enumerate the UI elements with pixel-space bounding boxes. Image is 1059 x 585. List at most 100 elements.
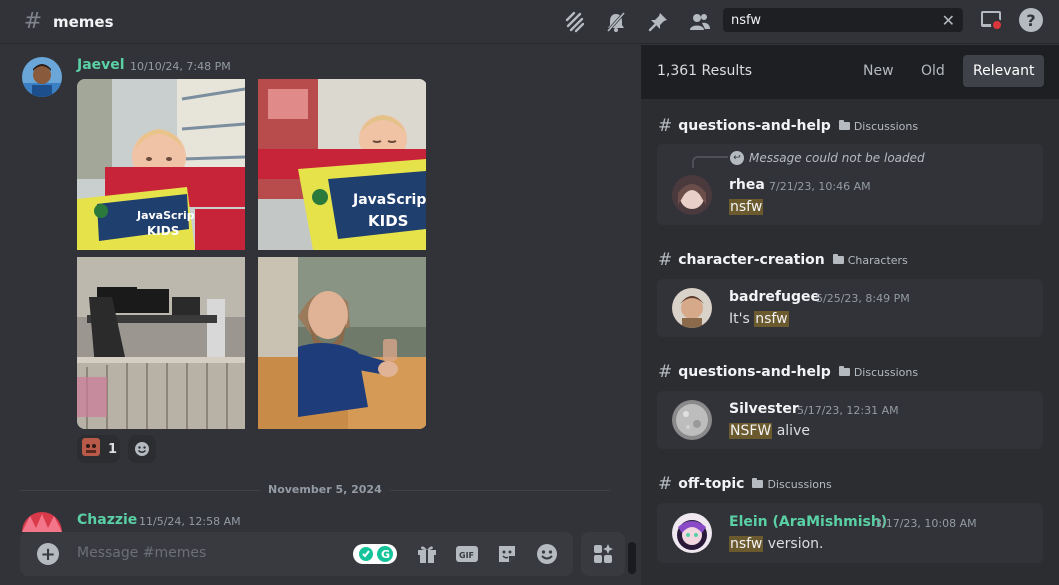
message-input[interactable]: Message #memes — [77, 545, 206, 561]
reaction-emoji-icon — [82, 438, 100, 460]
result-text: It's nsfw — [729, 311, 789, 327]
svg-text:JavaScrip: JavaScrip — [352, 192, 426, 208]
mute-icon[interactable] — [602, 8, 630, 36]
result-channel-name[interactable]: questions-and-help — [678, 118, 831, 134]
reply-preview: Message could not be loaded — [749, 151, 925, 165]
result-channel-name[interactable]: questions-and-help — [678, 364, 831, 380]
avatar[interactable] — [672, 288, 712, 328]
folder-icon — [838, 366, 850, 376]
result-text-after: version. — [763, 536, 824, 552]
channel-hash-icon: # — [658, 474, 673, 494]
search-result[interactable]: badrefugee 5/25/23, 8:49 PM It's nsfw — [657, 279, 1043, 337]
results-header: 1,361 Results New Old Relevant — [641, 45, 1059, 99]
avatar[interactable] — [672, 175, 712, 215]
image-toddler-javascript-crying[interactable]: JavaScript KIDS — [77, 79, 246, 250]
result-text: nsfw version. — [729, 536, 824, 552]
result-category-label: Characters — [847, 253, 908, 267]
result-timestamp: 3/17/23, 10:08 AM — [875, 517, 977, 530]
help-icon[interactable]: ? — [1019, 8, 1043, 32]
image-attachment-grid: JavaScript KIDS JavaScrip KIDS — [77, 79, 427, 429]
message-author[interactable]: Chazzie — [77, 512, 137, 528]
svg-text:KIDS: KIDS — [147, 224, 179, 238]
search-input[interactable]: nsfw ✕ — [723, 8, 963, 32]
channel-header: # memes nsfw ✕ ? — [0, 0, 1059, 44]
reply-icon: ↩ — [730, 151, 744, 165]
folder-icon — [838, 120, 850, 130]
avatar[interactable] — [22, 57, 62, 97]
avatar[interactable] — [672, 513, 712, 553]
sort-tab-new[interactable]: New — [853, 55, 904, 87]
result-channel-name[interactable]: character-creation — [678, 252, 825, 268]
message-timestamp: 11/5/24, 12:58 AM — [139, 515, 241, 528]
result-timestamp: 7/21/23, 10:46 AM — [769, 180, 871, 193]
channel-hash-icon: # — [23, 9, 43, 34]
result-channel-header[interactable]: # character-creation Characters — [658, 250, 908, 270]
search-value[interactable]: nsfw — [731, 13, 942, 28]
members-icon[interactable] — [686, 8, 714, 36]
svg-text:GIF: GIF — [459, 551, 474, 560]
emoji-icon[interactable] — [535, 542, 559, 566]
gift-icon[interactable] — [415, 542, 439, 566]
date-divider: November 5, 2024 — [260, 483, 390, 496]
gif-icon[interactable]: GIF — [455, 542, 479, 566]
result-category-label: Discussions — [853, 365, 919, 379]
search-result[interactable]: Elein (AraMishmish) 3/17/23, 10:08 AM ns… — [657, 503, 1043, 563]
search-result[interactable]: ↩ Message could not be loaded rhea 7/21/… — [657, 144, 1043, 225]
reply-connector — [692, 156, 728, 168]
result-category: Characters — [832, 253, 908, 267]
upload-plus-icon[interactable]: + — [37, 543, 59, 565]
avatar[interactable] — [672, 400, 712, 440]
search-highlight: NSFW — [729, 423, 773, 439]
image-desk-setup-playpen[interactable] — [77, 257, 245, 429]
chat-area: Jaevel 10/10/24, 7:48 PM JavaScript KIDS — [0, 45, 640, 585]
channel-hash-icon: # — [658, 116, 673, 136]
result-channel-header[interactable]: # off-topic Discussions — [658, 474, 832, 494]
chat-scrollbar[interactable] — [628, 542, 636, 574]
result-timestamp: 5/17/23, 12:31 AM — [797, 404, 899, 417]
result-author[interactable]: Elein (AraMishmish) — [729, 514, 887, 530]
svg-text:G: G — [381, 548, 390, 561]
avatar[interactable] — [22, 512, 62, 532]
sort-tab-old[interactable]: Old — [911, 55, 955, 87]
result-category-label: Discussions — [767, 477, 832, 491]
image-bearded-man-at-table[interactable] — [258, 257, 426, 429]
result-channel-header[interactable]: # questions-and-help Discussions — [658, 116, 918, 136]
result-channel-name[interactable]: off-topic — [678, 476, 744, 492]
apps-icon — [594, 544, 613, 563]
result-text: NSFW alive — [729, 423, 810, 439]
folder-icon — [832, 254, 844, 264]
inbox-icon[interactable] — [980, 9, 1003, 31]
pin-icon[interactable] — [644, 8, 672, 36]
result-author[interactable]: Silvester — [729, 401, 799, 417]
search-highlight: nsfw — [729, 199, 764, 215]
search-highlight: nsfw — [729, 536, 764, 552]
message-author[interactable]: Jaevel — [77, 57, 125, 73]
sticker-icon[interactable] — [495, 542, 519, 566]
add-reaction-button[interactable] — [128, 435, 156, 463]
message-composer[interactable]: + Message #memes G GIF — [20, 532, 573, 576]
threads-icon[interactable] — [560, 8, 588, 36]
svg-text:JavaScript: JavaScript — [136, 209, 200, 222]
clear-search-icon[interactable]: ✕ — [942, 11, 955, 30]
result-category-label: Discussions — [853, 119, 919, 133]
results-count: 1,361 Results — [657, 63, 753, 79]
channel-hash-icon: # — [658, 362, 673, 382]
message-timestamp: 10/10/24, 7:48 PM — [130, 60, 231, 73]
add-reaction-icon — [135, 442, 149, 456]
sort-tab-relevant[interactable]: Relevant — [963, 55, 1045, 87]
channel-hash-icon: # — [658, 250, 673, 270]
result-author[interactable]: badrefugee — [729, 289, 820, 305]
grammarly-icon[interactable]: G — [353, 542, 397, 566]
search-highlight: nsfw — [754, 311, 789, 327]
channel-name: memes — [53, 12, 114, 31]
result-author[interactable]: rhea — [729, 177, 765, 193]
apps-button[interactable] — [581, 532, 625, 576]
reaction-button[interactable]: 1 — [77, 435, 120, 463]
reaction-count: 1 — [108, 441, 118, 457]
folder-icon — [752, 478, 764, 488]
search-result[interactable]: Silvester 5/17/23, 12:31 AM NSFW alive — [657, 391, 1043, 449]
result-text-before: It's — [729, 311, 755, 327]
result-text-after: alive — [772, 423, 810, 439]
image-toddler-javascript-sleeping[interactable]: JavaScrip KIDS — [258, 79, 426, 250]
result-channel-header[interactable]: # questions-and-help Discussions — [658, 362, 918, 382]
